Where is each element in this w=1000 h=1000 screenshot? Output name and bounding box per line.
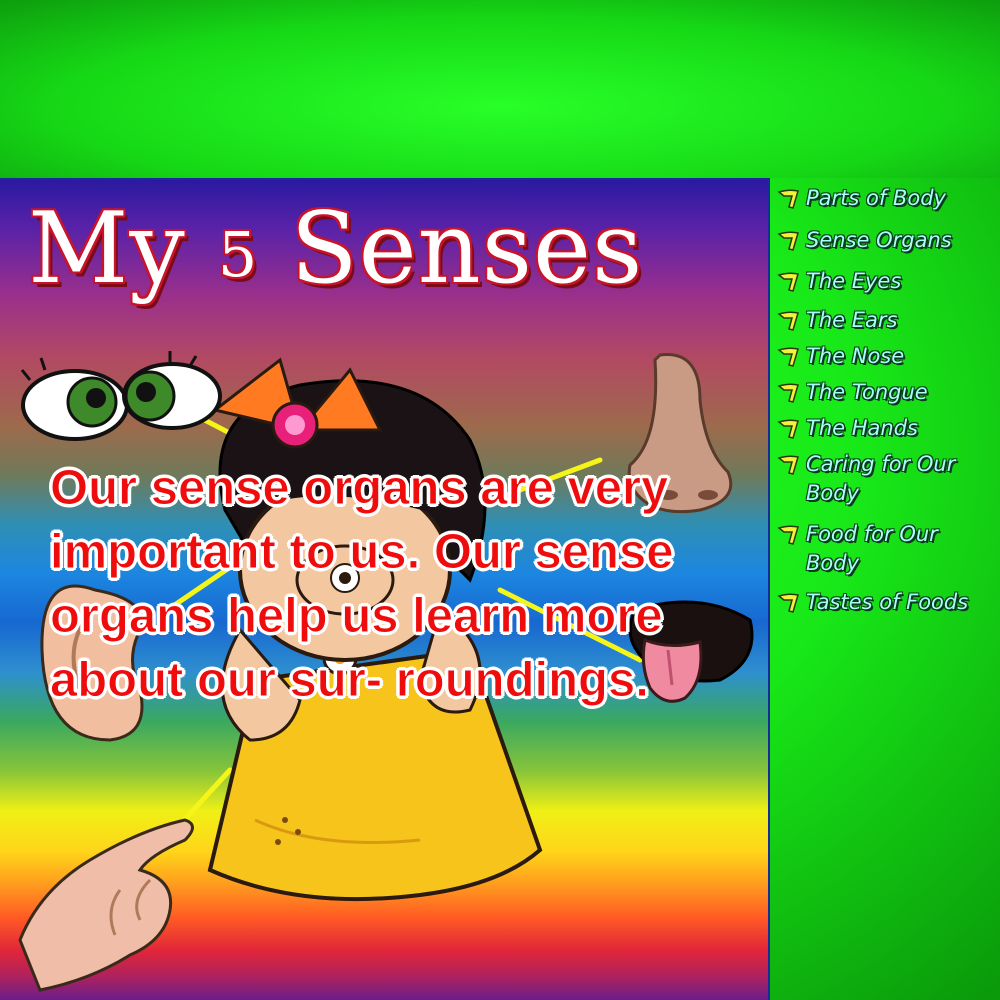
sidebar-item-caring-for-our-body[interactable]: Caring for Our Body <box>776 450 996 508</box>
sidebar-item-label: The Eyes <box>806 269 902 293</box>
sidebar-item-label: Caring for Our Body <box>806 452 956 505</box>
yellow-arrow-bullet-icon <box>777 189 799 209</box>
sidebar-item-label: The Hands <box>806 416 918 440</box>
sidebar-item-label: The Ears <box>806 308 898 332</box>
pointing-hand-image <box>18 818 194 992</box>
sidebar-item-label: Food for Our Body <box>806 522 938 575</box>
sidebar-item-label: Tastes of Foods <box>806 590 969 614</box>
yellow-arrow-bullet-icon <box>777 311 799 331</box>
slide-frame: My 5 Senses Our sense organs are very im… <box>0 0 1000 1000</box>
sidebar-item-the-eyes[interactable]: The Eyes <box>776 267 996 296</box>
yellow-arrow-bullet-icon <box>777 347 799 367</box>
yellow-arrow-bullet-icon <box>777 593 799 613</box>
yellow-arrow-bullet-icon <box>777 231 799 251</box>
sidebar-item-sense-organs[interactable]: Sense Organs <box>776 226 996 255</box>
yellow-arrow-bullet-icon <box>777 525 799 545</box>
sidebar-item-the-ears[interactable]: The Ears <box>776 306 996 335</box>
yellow-arrow-bullet-icon <box>777 455 799 475</box>
sidebar-item-label: The Nose <box>806 344 905 368</box>
top-green-band <box>0 0 1000 178</box>
slide-body-text: Our sense organs are very important to u… <box>50 461 674 708</box>
sidebar-item-label: Sense Organs <box>806 228 952 252</box>
title-digit: 5 <box>217 218 259 291</box>
sidebar-item-label: The Tongue <box>806 380 928 404</box>
eyes-image <box>20 351 222 441</box>
sidebar-item-food-for-our-body[interactable]: Food for Our Body <box>776 520 996 578</box>
sidebar-item-tastes-of-foods[interactable]: Tastes of Foods <box>776 588 996 617</box>
sidebar-item-the-tongue[interactable]: The Tongue <box>776 378 996 407</box>
sidebar-item-label: Parts of Body <box>806 186 946 210</box>
title-prefix: My <box>28 192 218 306</box>
sidebar-item-the-hands[interactable]: The Hands <box>776 414 996 443</box>
yellow-arrow-bullet-icon <box>777 272 799 292</box>
slide-title: My 5 Senses <box>28 192 643 306</box>
title-suffix: Senses <box>258 192 644 306</box>
yellow-arrow-bullet-icon <box>777 419 799 439</box>
main-slide-panel: My 5 Senses Our sense organs are very im… <box>0 178 770 1000</box>
sidebar-item-parts-of-body[interactable]: Parts of Body <box>776 184 996 213</box>
sidebar-item-the-nose[interactable]: The Nose <box>776 342 996 371</box>
yellow-arrow-bullet-icon <box>777 383 799 403</box>
